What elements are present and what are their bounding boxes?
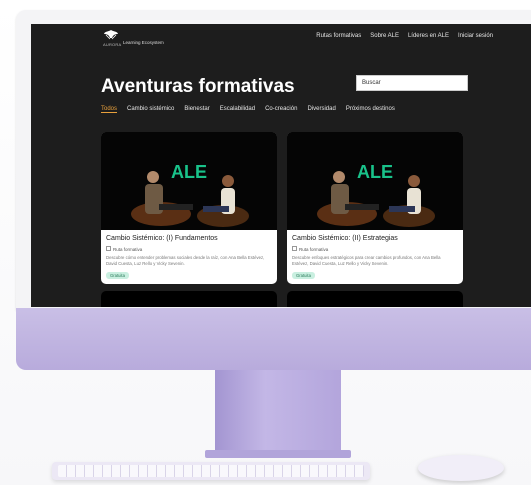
aurora-logo-icon[interactable] (101, 29, 121, 43)
search-input[interactable]: Buscar (356, 75, 468, 91)
card-type: Ruta formativa (113, 247, 143, 252)
page-title: Aventuras formativas (101, 76, 295, 97)
filter-tab-proximos[interactable]: Próximos destinos (346, 106, 395, 113)
keyboard-keys (58, 465, 364, 477)
monitor-stand (215, 370, 341, 454)
route-icon (106, 246, 111, 251)
price-badge: Gratuita (292, 272, 315, 279)
mouse (418, 455, 504, 481)
monitor-chin (16, 308, 531, 370)
card-title: Cambio Sistémico: (II) Estrategias (292, 235, 398, 242)
price-badge: Gratuita (106, 272, 129, 279)
card-thumbnail-image: ALE (101, 132, 277, 230)
course-card[interactable]: ALE Cambio Sistémico: (II) Estrategias R… (287, 132, 463, 284)
ale-logo-text: ALE (357, 162, 393, 182)
filter-tab-bienestar[interactable]: Bienestar (184, 106, 209, 113)
nav-link-rutas[interactable]: Rutas formativas (316, 33, 361, 39)
monitor-stand-foot (205, 450, 351, 458)
card-description: Descubre cómo entender problemas sociale… (106, 255, 265, 266)
card-title: Cambio Sistémico: (I) Fundamentos (106, 235, 218, 242)
card-description: Descubre enfoques estratégicos para crea… (292, 255, 441, 266)
brand-subtitle: Learning Ecosystem (123, 40, 164, 45)
route-icon (292, 246, 297, 251)
card-type: Ruta formativa (299, 247, 329, 252)
filter-tab-diversidad[interactable]: Diversidad (307, 106, 335, 113)
next-card-peek[interactable] (101, 291, 277, 307)
logo-text: AURORA (103, 42, 122, 47)
course-card[interactable]: ALE Cambio Sistémico: (I) Fundamentos Ru… (101, 132, 277, 284)
filter-tab-cocreacion[interactable]: Co-creación (265, 106, 297, 113)
desktop-scene: AURORA Learning Ecosystem Rutas formativ… (0, 0, 531, 485)
filter-tab-escalabilidad[interactable]: Escalabilidad (220, 106, 255, 113)
top-navigation: AURORA Learning Ecosystem Rutas formativ… (31, 24, 531, 54)
nav-links: Rutas formativas Sobre ALE Líderes en AL… (316, 33, 493, 39)
nav-link-sobre[interactable]: Sobre ALE (370, 33, 399, 39)
filter-tab-todos[interactable]: Todos (101, 106, 118, 113)
nav-link-login[interactable]: Iniciar sesión (458, 33, 493, 39)
browser-screen: AURORA Learning Ecosystem Rutas formativ… (31, 24, 531, 307)
filter-tab-cambio[interactable]: Cambio sistémico (127, 106, 174, 113)
next-card-peek[interactable] (287, 291, 463, 307)
filter-tabs: Todos Cambio sistémico Bienestar Escalab… (101, 106, 395, 113)
card-thumbnail-image: ALE (287, 132, 463, 230)
ale-logo-text: ALE (171, 162, 207, 182)
nav-link-lideres[interactable]: Líderes en ALE (408, 33, 449, 39)
